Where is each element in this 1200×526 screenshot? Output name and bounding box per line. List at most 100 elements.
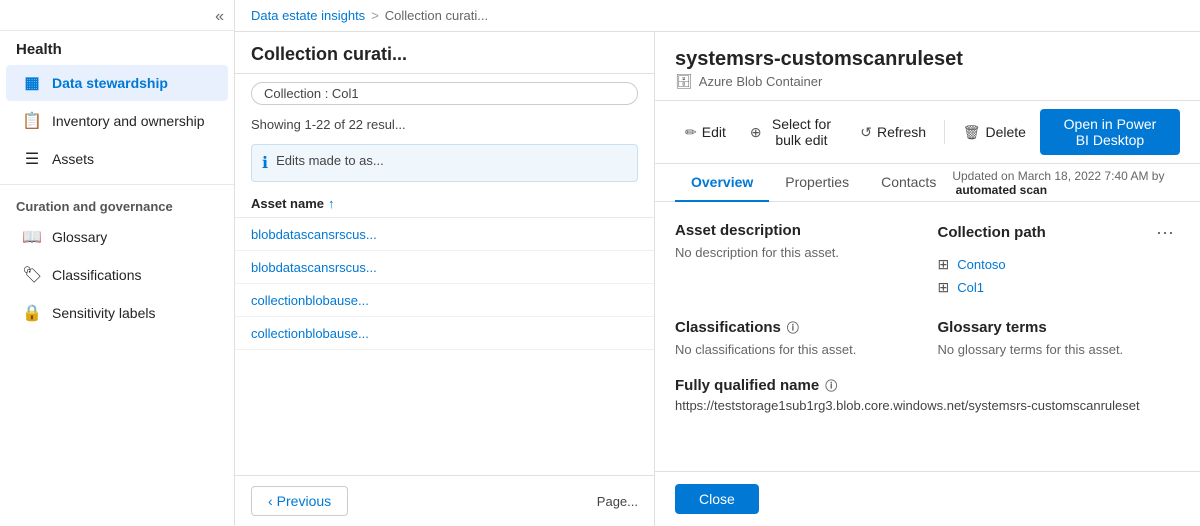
tabs-bar: Overview Properties Contacts Updated on … bbox=[655, 164, 1200, 202]
collection-path-title: Collection path ··· bbox=[938, 222, 1181, 243]
collection-path-link-0[interactable]: Contoso bbox=[957, 257, 1005, 272]
breadcrumb-link[interactable]: Data estate insights bbox=[251, 8, 365, 23]
list-item-link[interactable]: collectionblobause... bbox=[251, 293, 369, 308]
list-item-link[interactable]: blobdatascansrscus... bbox=[251, 260, 377, 275]
tabs-left: Overview Properties Contacts bbox=[675, 164, 952, 201]
fqn-label: Fully qualified name bbox=[675, 377, 819, 394]
updated-by: automated scan bbox=[956, 183, 1047, 197]
collapse-icon[interactable]: « bbox=[215, 8, 224, 26]
list-panel-header: Collection curati... bbox=[235, 32, 654, 74]
blob-container-icon: 🗄 bbox=[675, 73, 693, 90]
page-indicator: Page... bbox=[597, 494, 638, 509]
classifications-label: Classifications bbox=[675, 319, 781, 336]
list-item-link[interactable]: collectionblobause... bbox=[251, 326, 369, 341]
previous-button[interactable]: ‹ Previous bbox=[251, 486, 348, 516]
refresh-icon: ↺ bbox=[860, 124, 872, 141]
info-icon: ℹ bbox=[262, 153, 268, 173]
sidebar-item-glossary[interactable]: 📖 Glossary bbox=[6, 219, 228, 255]
asset-description-title: Asset description bbox=[675, 222, 918, 239]
list-item[interactable]: collectionblobause... bbox=[235, 317, 654, 350]
list-item[interactable]: blobdatascansrscus... bbox=[235, 218, 654, 251]
prev-label: Previous bbox=[277, 493, 331, 509]
main-content: Data estate insights > Collection curati… bbox=[235, 0, 1200, 526]
glossary-section: Glossary terms No glossary terms for thi… bbox=[938, 319, 1181, 357]
sidebar-item-sensitivity-labels[interactable]: 🔒 Sensitivity labels bbox=[6, 295, 228, 331]
open-powerbi-button[interactable]: Open in Power BI Desktop bbox=[1040, 109, 1180, 155]
action-toolbar: ✏ Edit ⊕ Select for bulk edit ↺ Refresh … bbox=[655, 101, 1200, 164]
detail-panel: systemsrs-customscanruleset 🗄 Azure Blob… bbox=[655, 32, 1200, 526]
sidebar-item-label: Glossary bbox=[52, 229, 107, 245]
edit-icon: ✏ bbox=[685, 124, 697, 141]
glossary-value: No glossary terms for this asset. bbox=[938, 342, 1181, 357]
updated-text: Updated on March 18, 2022 7:40 AM by aut… bbox=[952, 169, 1180, 197]
fqn-value: https://teststorage1sub1rg3.blob.core.wi… bbox=[675, 398, 1180, 413]
refresh-button[interactable]: ↺ Refresh bbox=[850, 119, 936, 146]
sidebar-collapse[interactable]: « bbox=[0, 0, 234, 31]
classifications-section: Classifications ⓘ No classifications for… bbox=[675, 319, 918, 357]
delete-label: Delete bbox=[985, 124, 1025, 140]
bulk-edit-icon: ⊕ bbox=[750, 124, 762, 141]
collection-path-link-1[interactable]: Col1 bbox=[957, 280, 984, 295]
info-text: Edits made to as... bbox=[276, 153, 384, 168]
health-header: Health bbox=[0, 31, 234, 64]
close-button[interactable]: Close bbox=[675, 484, 759, 514]
classifications-value: No classifications for this asset. bbox=[675, 342, 918, 357]
detail-footer: Close bbox=[655, 471, 1200, 526]
detail-subtitle: 🗄 Azure Blob Container bbox=[675, 73, 1180, 90]
refresh-label: Refresh bbox=[877, 124, 926, 140]
column-header[interactable]: Asset name ↑ bbox=[235, 190, 654, 218]
sidebar-item-label: Sensitivity labels bbox=[52, 305, 156, 321]
sidebar-item-label: Data stewardship bbox=[52, 75, 168, 91]
detail-title: systemsrs-customscanruleset bbox=[675, 48, 1180, 71]
fqn-info-icon: ⓘ bbox=[825, 377, 837, 394]
collection-path-more-button[interactable]: ··· bbox=[1150, 222, 1180, 243]
content-area: Collection curati... Collection : Col1 S… bbox=[235, 32, 1200, 526]
sensitivity-labels-icon: 🔒 bbox=[22, 303, 42, 323]
updated-prefix: Updated on March 18, 2022 7:40 AM by bbox=[952, 169, 1164, 183]
assets-icon: ☰ bbox=[22, 149, 42, 169]
asset-description-section: Asset description No description for thi… bbox=[675, 222, 918, 299]
classifications-info-icon: ⓘ bbox=[787, 319, 799, 336]
glossary-icon: 📖 bbox=[22, 227, 42, 247]
sidebar-item-label: Inventory and ownership bbox=[52, 113, 205, 129]
breadcrumb: Data estate insights > Collection curati… bbox=[235, 0, 1200, 32]
sidebar-item-assets[interactable]: ☰ Assets bbox=[6, 141, 228, 177]
sidebar-item-classifications[interactable]: 🏷 Classifications bbox=[6, 257, 228, 293]
bulk-edit-label: Select for bulk edit bbox=[767, 116, 837, 148]
fqn-title: Fully qualified name ⓘ bbox=[675, 377, 1180, 394]
delete-button[interactable]: 🗑 Delete bbox=[953, 119, 1036, 146]
tab-contacts[interactable]: Contacts bbox=[865, 164, 952, 202]
collection-icon-1: ⊞ bbox=[938, 279, 950, 296]
sidebar-item-label: Classifications bbox=[52, 267, 141, 283]
list-item[interactable]: collectionblobause... bbox=[235, 284, 654, 317]
breadcrumb-current: Collection curati... bbox=[385, 8, 488, 23]
list-item[interactable]: blobdatascansrscus... bbox=[235, 251, 654, 284]
tab-overview[interactable]: Overview bbox=[675, 164, 769, 202]
edit-label: Edit bbox=[702, 124, 726, 140]
collection-path-label: Collection path bbox=[938, 224, 1046, 241]
detail-subtitle-text: Azure Blob Container bbox=[699, 74, 823, 89]
breadcrumb-sep: > bbox=[371, 8, 379, 23]
edit-button[interactable]: ✏ Edit bbox=[675, 119, 736, 146]
data-stewardship-icon: ▦ bbox=[22, 73, 42, 93]
asset-description-value: No description for this asset. bbox=[675, 245, 918, 260]
curation-header: Curation and governance bbox=[0, 191, 234, 218]
sidebar-item-label: Assets bbox=[52, 151, 94, 167]
detail-header: systemsrs-customscanruleset 🗄 Azure Blob… bbox=[655, 32, 1200, 101]
list-items: blobdatascansrscus... blobdatascansrscus… bbox=[235, 218, 654, 475]
glossary-title: Glossary terms bbox=[938, 319, 1181, 336]
tab-properties[interactable]: Properties bbox=[769, 164, 865, 202]
sidebar-divider bbox=[0, 184, 234, 185]
sidebar-item-inventory[interactable]: 📋 Inventory and ownership bbox=[6, 103, 228, 139]
list-panel: Collection curati... Collection : Col1 S… bbox=[235, 32, 655, 526]
sort-arrow-icon: ↑ bbox=[328, 196, 335, 211]
list-item-link[interactable]: blobdatascansrscus... bbox=[251, 227, 377, 242]
bulk-edit-button[interactable]: ⊕ Select for bulk edit bbox=[740, 111, 846, 153]
collection-badge[interactable]: Collection : Col1 bbox=[251, 82, 638, 105]
collection-path-item-0: ⊞ Contoso bbox=[938, 253, 1181, 276]
detail-body: Asset description No description for thi… bbox=[655, 202, 1200, 471]
classifications-icon: 🏷 bbox=[22, 265, 42, 285]
sidebar: « Health ▦ Data stewardship 📋 Inventory … bbox=[0, 0, 235, 526]
sidebar-item-data-stewardship[interactable]: ▦ Data stewardship bbox=[6, 65, 228, 101]
collection-icon-0: ⊞ bbox=[938, 256, 950, 273]
